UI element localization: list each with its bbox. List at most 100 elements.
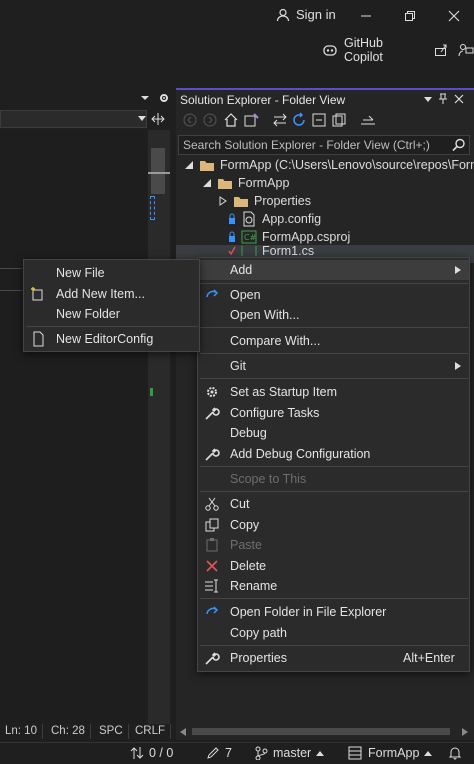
navigation-dropdown[interactable] <box>0 110 147 128</box>
context-menu: Add Open Open With... Compare With... Gi… <box>197 257 470 672</box>
back-icon[interactable] <box>183 113 197 127</box>
tree-item-csproj[interactable]: C# FormApp.csproj <box>228 228 350 246</box>
switch-view-icon[interactable] <box>242 112 260 128</box>
panel-dropdown-icon[interactable] <box>424 96 432 104</box>
menu-item-open[interactable]: Open <box>198 285 469 305</box>
dropdown-icon[interactable] <box>140 93 150 103</box>
split-icon[interactable] <box>150 112 166 126</box>
show-all-files-icon[interactable] <box>331 112 347 128</box>
expanded-arrow-icon[interactable] <box>184 160 194 170</box>
gear-icon[interactable] <box>158 92 170 104</box>
menu-separator <box>200 598 468 599</box>
menu-item-copy[interactable]: Copy <box>198 515 469 535</box>
indentation-mode[interactable]: SPC <box>94 724 129 739</box>
menu-item-delete[interactable]: Delete <box>198 556 469 576</box>
home-icon[interactable] <box>223 113 239 127</box>
pin-icon[interactable] <box>438 93 448 105</box>
menu-item-compare-with[interactable]: Compare With... <box>198 331 469 351</box>
submenu-item-add-new-item[interactable]: Add New Item... <box>24 284 199 304</box>
menu-item-git[interactable]: Git <box>198 356 469 376</box>
config-file-icon <box>243 211 255 227</box>
tree-item-project-folder[interactable]: FormApp <box>202 174 289 192</box>
menu-item-properties[interactable]: Properties Alt+Enter <box>198 648 469 668</box>
expanded-arrow-icon[interactable] <box>202 178 212 188</box>
tree-item-label: Properties <box>254 194 311 208</box>
submenu-item-new-file[interactable]: New File <box>24 263 199 283</box>
branch-selector[interactable]: master <box>254 746 325 760</box>
notifications-button[interactable] <box>448 746 462 760</box>
collapse-all-icon[interactable] <box>311 112 327 128</box>
search-icon[interactable] <box>452 138 466 152</box>
sync-icon[interactable] <box>272 113 288 127</box>
menu-separator <box>200 645 468 646</box>
repository-selector[interactable]: FormApp <box>347 746 433 760</box>
menu-item-configure-tasks[interactable]: Configure Tasks <box>198 403 469 423</box>
solution-explorer-search[interactable]: Search Solution Explorer - Folder View (… <box>178 135 470 155</box>
collapsed-arrow-icon[interactable] <box>218 196 228 206</box>
folder-icon <box>200 161 214 171</box>
tree-item-label: FormApp <box>238 176 290 190</box>
menu-item-cut[interactable]: Cut <box>198 494 469 514</box>
menu-item-open-folder[interactable]: Open Folder in File Explorer <box>198 602 469 622</box>
menu-separator <box>26 326 198 327</box>
tree-item-label: FormApp (C:\Users\Lenovo\source\repos\Fo… <box>220 158 474 172</box>
menu-item-open-with[interactable]: Open With... <box>198 305 469 325</box>
close-window-icon[interactable] <box>446 8 462 24</box>
scroll-right-icon[interactable] <box>462 728 468 736</box>
copilot-label[interactable]: GitHub Copilot <box>344 36 422 64</box>
menu-separator <box>200 491 468 492</box>
menu-item-add[interactable]: Add <box>198 260 469 280</box>
refresh-icon[interactable] <box>291 112 307 128</box>
share-icon[interactable] <box>434 43 448 57</box>
svg-text:C#: C# <box>244 233 257 242</box>
tree-item-app-config[interactable]: App.config <box>228 210 321 228</box>
menu-item-scope-to-this: Scope to This <box>230 472 307 486</box>
menu-item-copy-path[interactable]: Copy path <box>198 623 469 643</box>
repository-icon <box>348 746 362 760</box>
copilot-bar: GitHub Copilot <box>322 36 474 64</box>
menu-item-debug[interactable]: Debug <box>198 423 469 443</box>
feedback-icon[interactable] <box>458 43 474 57</box>
horizontal-scrollbar[interactable] <box>176 724 474 740</box>
commits-indicator[interactable]: 0 / 0 <box>130 746 173 760</box>
added-marker <box>150 388 153 396</box>
sign-in-button[interactable]: Sign in <box>276 7 336 22</box>
copilot-icon[interactable] <box>322 43 338 57</box>
wrench-icon <box>205 652 220 665</box>
code-editor[interactable] <box>0 130 147 724</box>
menu-separator <box>200 353 468 354</box>
menu-item-rename[interactable]: Rename <box>198 576 469 596</box>
scroll-left-icon[interactable] <box>180 728 186 736</box>
submenu-item-new-folder[interactable]: New Folder <box>24 304 199 324</box>
forward-icon[interactable] <box>203 113 217 127</box>
user-icon <box>276 8 290 22</box>
submenu-arrow-icon <box>455 362 461 370</box>
changes-count: 7 <box>225 746 232 760</box>
column-number[interactable]: Ch: 28 <box>46 724 91 739</box>
solution-explorer-title: Solution Explorer - Folder View <box>180 93 346 107</box>
tree-item-solution[interactable]: FormApp (C:\Users\Lenovo\source\repos\Fo… <box>184 156 474 174</box>
changes-indicator[interactable]: 7 <box>206 746 232 760</box>
tree-item-properties[interactable]: Properties <box>218 192 311 210</box>
rename-icon <box>205 579 218 593</box>
editor-scrollbar[interactable] <box>148 130 170 724</box>
caret-up-icon <box>424 751 433 756</box>
minimize-icon[interactable] <box>358 8 374 24</box>
new-item-icon <box>31 287 43 301</box>
csproj-icon: C# <box>241 230 257 244</box>
properties-icon[interactable] <box>359 114 377 126</box>
line-ending[interactable]: CRLF <box>130 724 172 739</box>
tree-item-form1[interactable]: Form1.cs <box>228 246 314 256</box>
line-number[interactable]: Ln: 10 <box>0 724 43 739</box>
menu-separator <box>200 283 468 284</box>
scroll-thumb[interactable] <box>151 148 165 194</box>
restore-icon[interactable] <box>402 8 418 24</box>
submenu-item-new-editorconfig[interactable]: New EditorConfig <box>24 329 199 349</box>
solution-explorer-toolbar <box>176 110 474 132</box>
menu-item-add-debug-config[interactable]: Add Debug Configuration <box>198 444 469 464</box>
close-panel-icon[interactable] <box>454 94 464 104</box>
branch-name: master <box>273 746 312 760</box>
copy-icon <box>205 518 219 532</box>
menu-item-set-startup[interactable]: Set as Startup Item <box>198 382 469 402</box>
h-scroll-thumb[interactable] <box>192 728 450 735</box>
